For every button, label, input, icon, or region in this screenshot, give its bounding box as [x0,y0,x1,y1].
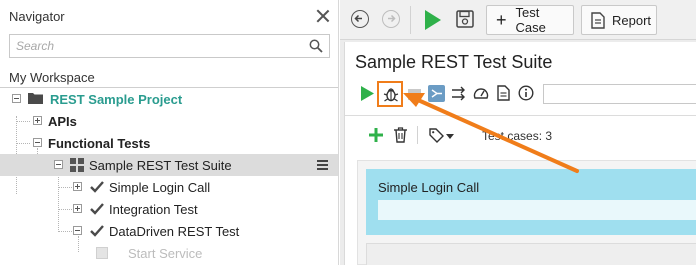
tree-item-test-case[interactable]: Simple Login Call [0,176,338,198]
tree-item-label: Simple Login Call [109,179,211,195]
test-case-button-label: Test Case [515,5,546,35]
tree-item-test-step[interactable]: Start Service [0,242,338,264]
close-icon[interactable] [316,9,330,23]
editor-area: + Test Case Report Sample REST Test Suit… [340,0,696,265]
tree-item-label: APIs [48,113,77,129]
test-case-count: Test cases: 3 [482,129,553,143]
step-into-icon[interactable] [428,85,445,102]
transfer-arrows-icon[interactable] [451,86,467,101]
navigator-panel: Navigator My Workspace REST Sample Proje… [0,0,339,265]
menu-icon[interactable] [317,160,328,170]
check-icon [90,181,104,193]
test-suite-icon [70,158,84,172]
expand-icon[interactable] [33,116,42,125]
chevron-down-icon[interactable] [446,134,454,139]
folder-icon [28,93,43,104]
collapse-icon[interactable] [73,226,82,235]
save-icon[interactable] [456,10,474,28]
divider [410,6,411,34]
info-icon[interactable] [518,85,534,101]
run-icon[interactable] [424,10,442,30]
find-input[interactable] [543,84,696,104]
tree-item-label: Functional Tests [48,135,151,151]
stop-icon[interactable] [408,89,421,100]
delete-trash-icon[interactable] [394,127,407,143]
workspace-label: My Workspace [9,70,95,85]
test-step-icon [96,247,108,259]
collapse-icon[interactable] [12,94,21,103]
document-icon[interactable] [497,85,510,101]
tree-item-label: DataDriven REST Test [109,223,240,239]
speedometer-icon[interactable] [473,86,489,101]
add-icon[interactable] [369,128,383,142]
check-icon [90,225,104,237]
test-case-card[interactable] [366,243,696,265]
add-test-case-button[interactable]: + Test Case [486,5,574,35]
collapse-icon[interactable] [33,138,42,147]
run-icon[interactable] [361,86,374,101]
check-icon [90,203,104,215]
main-toolbar: + Test Case Report [340,0,696,40]
debug-highlight [377,81,403,107]
search-icon[interactable] [309,39,323,53]
test-case-list: Simple Login Call [357,160,696,265]
tree-item-apis[interactable]: APIs [0,110,338,132]
expand-icon[interactable] [73,182,82,191]
tree-item-project[interactable]: REST Sample Project [0,88,338,110]
tree-item-test-case[interactable]: DataDriven REST Test [0,220,338,242]
navigator-header: Navigator [0,0,338,32]
report-button-label: Report [612,12,652,28]
plus-icon: + [496,10,507,30]
test-case-card[interactable]: Simple Login Call [366,169,696,235]
tree-item-functional-tests[interactable]: Functional Tests [0,132,338,154]
tree-item-label: REST Sample Project [50,91,183,107]
tree-item-label: Integration Test [109,201,198,217]
expand-icon[interactable] [73,204,82,213]
forward-arrow-icon[interactable] [382,10,400,28]
test-suite-editor: Sample REST Test Suite Test cases: 3 Sim… [344,42,696,265]
test-cases-toolbar: Test cases: 3 [355,124,685,148]
tree-item-test-suite[interactable]: Sample REST Test Suite [0,154,338,176]
test-case-name: Simple Login Call [378,180,480,195]
report-button[interactable]: Report [581,5,657,35]
tag-icon[interactable] [429,128,444,143]
tree-item-label: Sample REST Test Suite [89,157,232,173]
report-icon [591,11,605,29]
navigator-search[interactable] [9,34,330,58]
divider [417,126,418,144]
test-case-steps [378,200,696,220]
back-arrow-icon[interactable] [351,10,369,28]
page-title: Sample REST Test Suite [355,52,553,72]
tree-item-test-case[interactable]: Integration Test [0,198,338,220]
navigator-title: Navigator [9,8,65,24]
search-input[interactable] [16,39,309,53]
tree-item-label: Start Service [128,245,203,261]
collapse-icon[interactable] [54,160,63,169]
divider [345,115,696,116]
